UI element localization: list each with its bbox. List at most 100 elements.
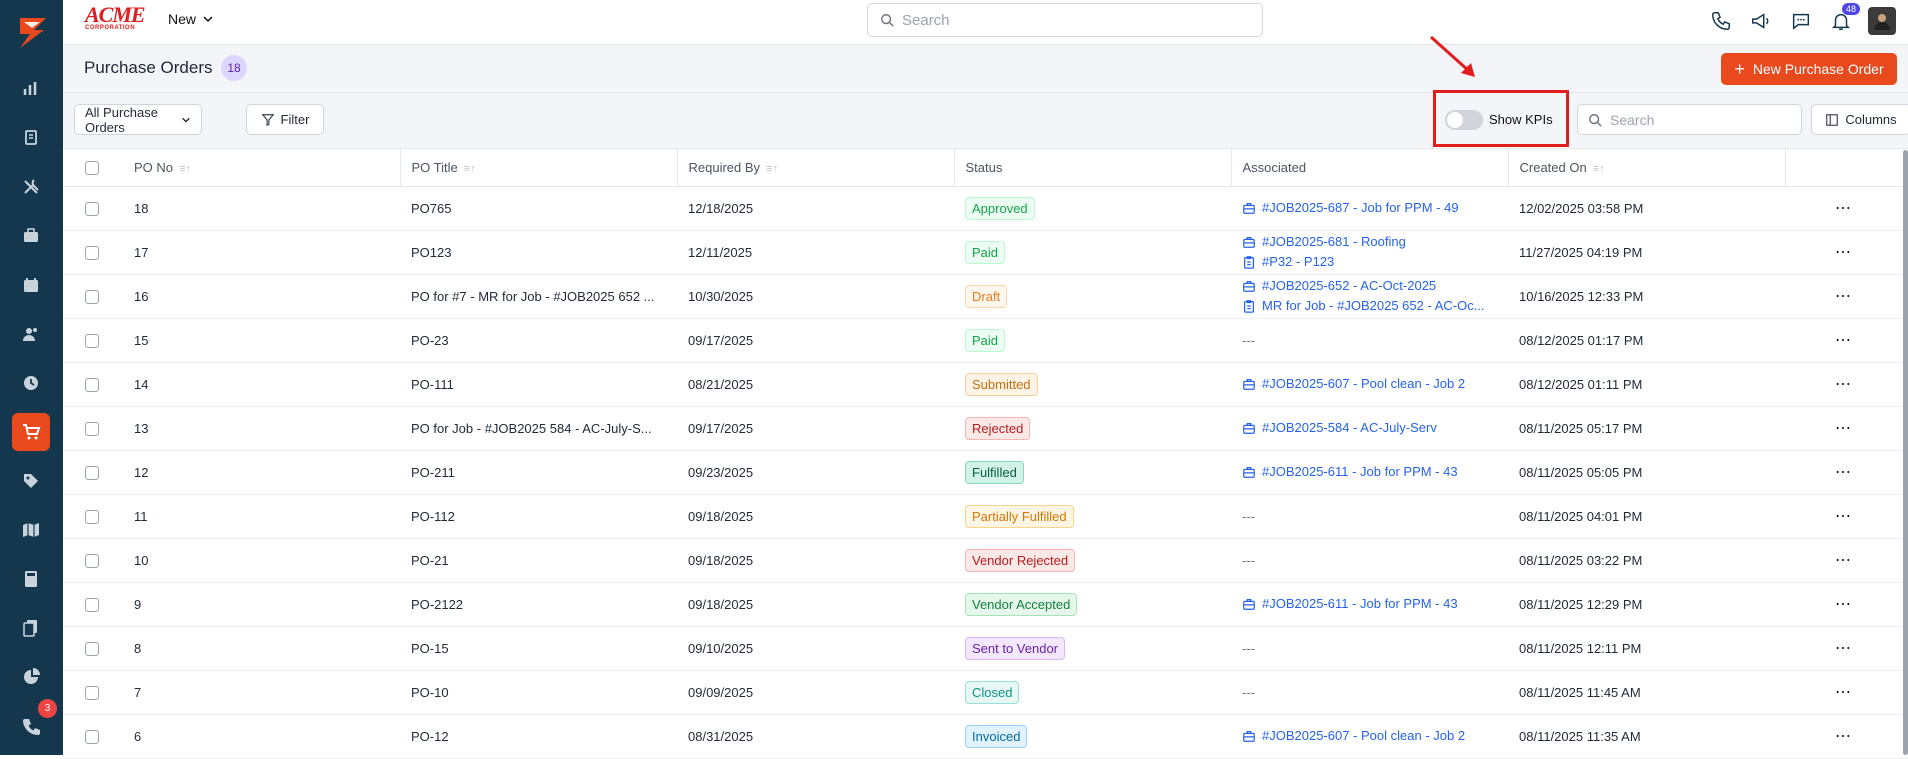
cell-po-title[interactable]: PO for Job - #JOB2025 584 - AC-July-S... (400, 406, 677, 451)
table-row[interactable]: 16 PO for #7 - MR for Job - #JOB2025 652 … (63, 274, 1908, 319)
table-row[interactable]: 13 PO for Job - #JOB2025 584 - AC-July-S.… (63, 406, 1908, 451)
associated-link[interactable]: MR for Job - #JOB2025 652 - AC-Oc... (1242, 296, 1508, 316)
associated-link[interactable]: #JOB2025-607 - Pool clean - Job 2 (1242, 726, 1508, 746)
row-actions-icon[interactable]: ⋯ (1835, 640, 1852, 657)
row-checkbox[interactable] (85, 289, 99, 304)
row-checkbox[interactable] (85, 201, 99, 216)
bell-icon[interactable]: 48 (1828, 3, 1860, 34)
cell-po-title[interactable]: PO-23 (400, 318, 677, 363)
associated-link[interactable]: #JOB2025-611 - Job for PPM - 43 (1242, 462, 1508, 482)
row-actions-icon[interactable]: ⋯ (1835, 332, 1852, 349)
table-row[interactable]: 11 PO-112 09/18/2025 Partially Fulfilled ---… (63, 494, 1908, 539)
table-row[interactable]: 6 PO-12 08/31/2025 Invoiced #JOB2025-607 - P… (63, 714, 1908, 759)
col-header-po-title[interactable]: PO Title ≡↑ (399, 149, 677, 187)
sidebar-item-calendar[interactable] (12, 266, 50, 304)
sidebar-item-clock[interactable] (12, 364, 50, 402)
row-actions-icon[interactable]: ⋯ (1835, 684, 1852, 701)
sidebar-item-cart[interactable] (12, 413, 50, 451)
sidebar-item-calculator[interactable] (12, 560, 50, 598)
sidebar-item-documents[interactable] (12, 119, 50, 157)
cell-po-title[interactable]: PO765 (400, 186, 677, 231)
row-checkbox[interactable] (85, 509, 99, 524)
select-all-checkbox[interactable] (85, 161, 99, 176)
row-actions-icon[interactable]: ⋯ (1835, 244, 1852, 261)
global-search-input[interactable]: Search (867, 3, 1263, 37)
row-checkbox[interactable] (85, 377, 99, 392)
row-checkbox[interactable] (85, 333, 99, 348)
row-checkbox[interactable] (85, 729, 99, 744)
row-actions-icon[interactable]: ⋯ (1835, 552, 1852, 569)
row-checkbox[interactable] (85, 245, 99, 260)
table-row[interactable]: 18 PO765 12/18/2025 Approved #JOB2025-687 - … (63, 186, 1908, 231)
row-actions-icon[interactable]: ⋯ (1835, 728, 1852, 745)
row-actions-icon[interactable]: ⋯ (1835, 376, 1852, 393)
columns-button[interactable]: Columns (1811, 104, 1908, 135)
new-dropdown[interactable]: New (168, 11, 214, 27)
col-header-associated[interactable]: Associated (1230, 149, 1508, 187)
table-row[interactable]: 10 PO-21 09/18/2025 Vendor Rejected --- 08/11… (63, 538, 1908, 583)
cell-po-title[interactable]: PO-111 (400, 362, 677, 407)
row-actions-icon[interactable]: ⋯ (1835, 464, 1852, 481)
sidebar-item-briefcase[interactable] (12, 217, 50, 255)
row-actions-icon[interactable]: ⋯ (1835, 420, 1852, 437)
table-row[interactable]: 12 PO-211 09/23/2025 Fulfilled #JOB2025-611 … (63, 450, 1908, 495)
table-row[interactable]: 9 PO-2122 09/18/2025 Vendor Accepted #JOB202… (63, 582, 1908, 627)
sidebar-item-users[interactable] (12, 315, 50, 353)
table-row[interactable]: 15 PO-23 09/17/2025 Paid --- 08/12/2025 01:17… (63, 318, 1908, 363)
cell-po-title[interactable]: PO-211 (400, 450, 677, 495)
chat-icon[interactable] (1788, 8, 1814, 34)
filter-button[interactable]: Filter (246, 104, 324, 135)
megaphone-icon[interactable] (1748, 8, 1774, 34)
sidebar-item-files[interactable] (12, 609, 50, 647)
table-row[interactable]: 7 PO-10 09/09/2025 Closed --- 08/11/2025 11:4… (63, 670, 1908, 715)
row-actions-icon[interactable]: ⋯ (1835, 596, 1852, 613)
sidebar-item-map[interactable] (12, 511, 50, 549)
row-actions-icon[interactable]: ⋯ (1835, 200, 1852, 217)
row-checkbox[interactable] (85, 421, 99, 436)
status-badge: Fulfilled (965, 460, 1024, 484)
sidebar-item-dashboard[interactable] (12, 70, 50, 108)
cell-po-title[interactable]: PO-2122 (400, 582, 677, 627)
new-purchase-order-button[interactable]: + New Purchase Order (1721, 53, 1897, 85)
cell-po-title[interactable]: PO-112 (400, 494, 677, 539)
logo-icon[interactable] (12, 12, 52, 52)
associated-link[interactable]: #JOB2025-681 - Roofing (1242, 232, 1508, 252)
sidebar-item-tag[interactable] (12, 462, 50, 500)
cell-po-title[interactable]: PO-21 (400, 538, 677, 583)
row-actions-icon[interactable]: ⋯ (1835, 288, 1852, 305)
cell-po-title[interactable]: PO123 (400, 230, 677, 275)
col-header-po-no[interactable]: PO No ≡↑ (123, 149, 400, 187)
sidebar-item-tools[interactable] (12, 168, 50, 206)
cell-po-title[interactable]: PO for #7 - MR for Job - #JOB2025 652 ..… (400, 274, 677, 319)
associated-link[interactable]: #JOB2025-687 - Job for PPM - 49 (1242, 198, 1508, 218)
associated-link[interactable]: #JOB2025-584 - AC-July-Serv (1242, 418, 1508, 438)
associated-link[interactable]: #JOB2025-652 - AC-Oct-2025 (1242, 276, 1508, 296)
table-row[interactable]: 17 PO123 12/11/2025 Paid #JOB2025-681 - Roof… (63, 230, 1908, 275)
phone-icon[interactable] (1708, 8, 1734, 34)
table-row[interactable]: 14 PO-111 08/21/2025 Submitted #JOB2025-607 … (63, 362, 1908, 407)
row-checkbox[interactable] (85, 553, 99, 568)
row-checkbox[interactable] (85, 597, 99, 612)
row-checkbox[interactable] (85, 465, 99, 480)
row-actions-icon[interactable]: ⋯ (1835, 508, 1852, 525)
cell-po-title[interactable]: PO-15 (400, 626, 677, 671)
table-search-input[interactable]: Search (1577, 104, 1802, 135)
col-header-required-by[interactable]: Required By ≡↑ (676, 149, 954, 187)
show-kpis-toggle[interactable] (1445, 110, 1483, 130)
table-row[interactable]: 8 PO-15 09/10/2025 Sent to Vendor --- 08/11/2… (63, 626, 1908, 671)
row-checkbox[interactable] (85, 685, 99, 700)
scrollbar[interactable] (1903, 150, 1908, 755)
associated-link[interactable]: #JOB2025-607 - Pool clean - Job 2 (1242, 374, 1508, 394)
col-header-status[interactable]: Status (953, 149, 1231, 187)
cell-po-title[interactable]: PO-10 (400, 670, 677, 715)
avatar[interactable] (1868, 7, 1896, 35)
associated-link[interactable]: #P32 - P123 (1242, 252, 1508, 272)
cell-po-title[interactable]: PO-12 (400, 714, 677, 759)
view-select[interactable]: All Purchase Orders (74, 104, 202, 135)
associated-link[interactable]: #JOB2025-611 - Job for PPM - 43 (1242, 594, 1508, 614)
briefcase-icon (1243, 281, 1255, 292)
row-checkbox[interactable] (85, 641, 99, 656)
acme-logo[interactable]: ACME CORPORATION (85, 4, 147, 33)
col-header-created-on[interactable]: Created On ≡↑ (1507, 149, 1785, 187)
sidebar-item-pie-chart[interactable] (12, 658, 50, 696)
